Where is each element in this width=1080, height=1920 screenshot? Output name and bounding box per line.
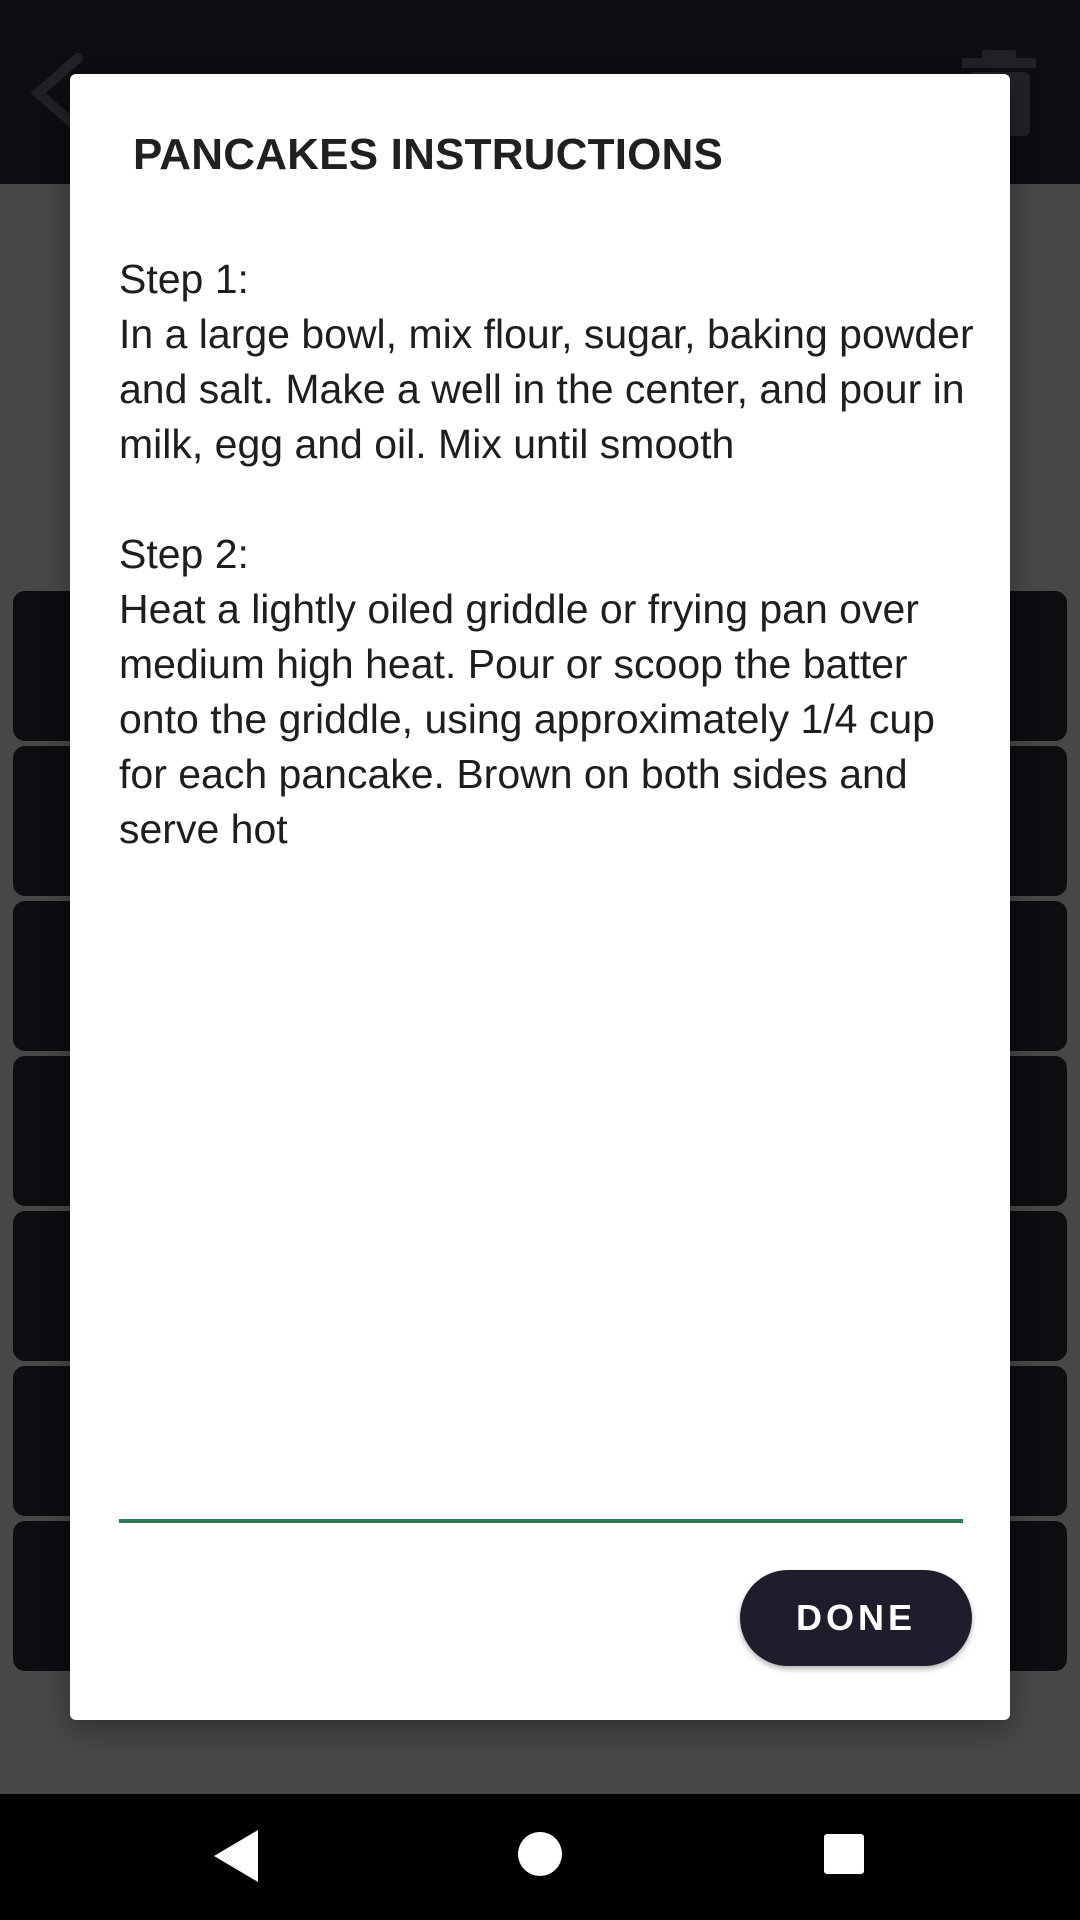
text-field-underline [119,1519,963,1523]
done-button[interactable]: DONE [740,1570,972,1666]
nav-recents-icon[interactable] [824,1834,864,1874]
nav-home-icon[interactable] [518,1832,562,1876]
nav-back-icon[interactable] [214,1830,258,1882]
instructions-text[interactable]: Step 1: In a large bowl, mix flour, suga… [119,252,979,857]
dialog-title: PANCAKES INSTRUCTIONS [133,130,724,179]
instructions-dialog: PANCAKES INSTRUCTIONS Step 1: In a large… [70,74,1010,1720]
system-nav-bar [0,1794,1080,1920]
